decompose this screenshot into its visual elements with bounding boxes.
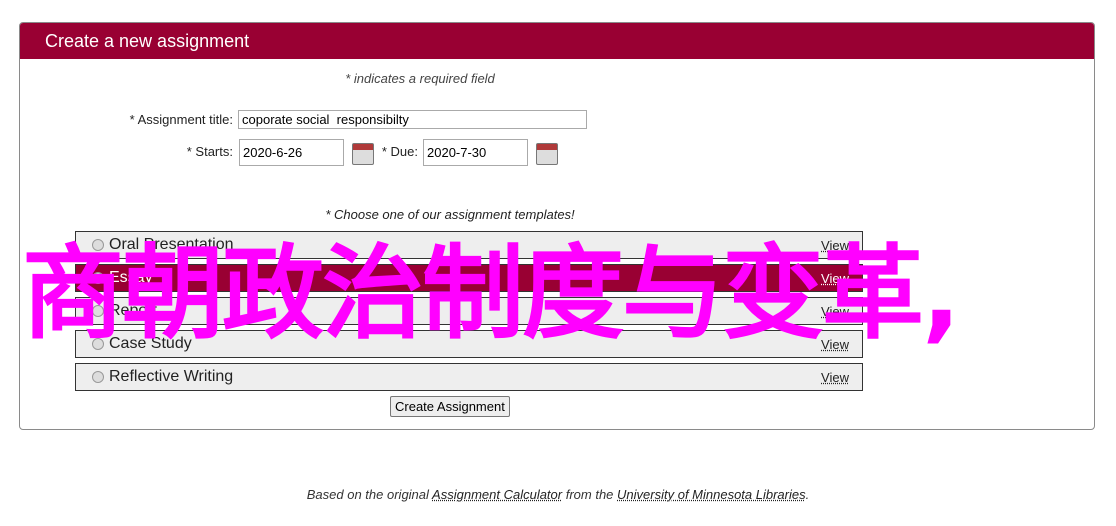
required-note: * indicates a required field — [345, 71, 495, 86]
view-link[interactable]: View — [821, 370, 849, 385]
footer-suffix: . — [805, 487, 810, 502]
starts-label: * Starts: — [186, 144, 233, 159]
template-row-reflective-writing[interactable]: Reflective Writing View — [75, 363, 863, 391]
calendar-icon[interactable] — [536, 143, 558, 165]
university-libraries-link[interactable]: University of Minnesota Libraries — [617, 487, 806, 502]
calendar-icon[interactable] — [352, 143, 374, 165]
radio-button[interactable] — [92, 371, 104, 383]
create-assignment-button[interactable]: Create Assignment — [390, 396, 510, 417]
footer-middle: from the — [562, 487, 618, 502]
due-date-input[interactable] — [423, 139, 528, 166]
due-label: * Due: — [381, 144, 418, 159]
panel-header: Create a new assignment — [20, 23, 1094, 59]
footer-prefix: Based on the original — [306, 487, 433, 502]
starts-date-input[interactable] — [239, 139, 344, 166]
template-name: Reflective Writing — [109, 368, 234, 385]
footer: Based on the original Assignment Calcula… — [0, 487, 1116, 502]
assignment-title-input[interactable] — [238, 110, 587, 129]
overlay-text: 商朝政治制度与变革, — [22, 235, 961, 354]
assignment-calculator-link[interactable]: Assignment Calculator — [432, 487, 562, 502]
title-label: * Assignment title: — [129, 112, 233, 127]
